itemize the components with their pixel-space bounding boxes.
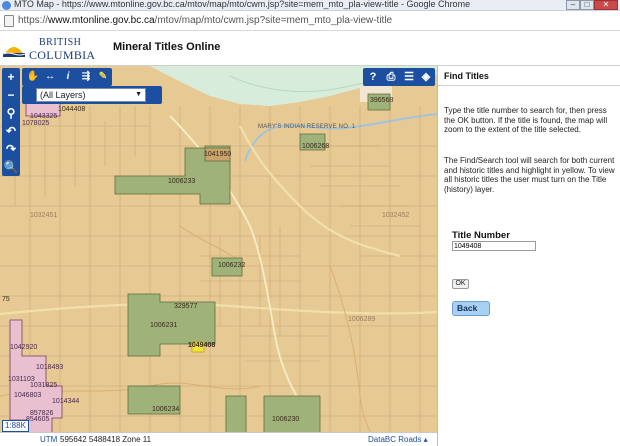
zoom-in-button[interactable]: + bbox=[2, 68, 20, 86]
map-label: 329577 bbox=[174, 303, 198, 310]
bc-sun-icon bbox=[3, 47, 25, 57]
window-titlebar: MTO Map - https://www.mtonline.gov.bc.ca… bbox=[0, 0, 620, 11]
map-label: 75 bbox=[2, 296, 10, 303]
highlighted-title-label: 1049408 bbox=[188, 342, 216, 349]
map-label: 1032451 bbox=[30, 212, 58, 219]
panel-title: Find Titles bbox=[444, 71, 489, 81]
page-icon bbox=[4, 15, 14, 27]
coordinate-readout: 595642 5488418 Zone 11 bbox=[60, 435, 152, 444]
measure-icon[interactable]: ↔ bbox=[41, 68, 59, 86]
app-title: Mineral Titles Online bbox=[113, 41, 221, 53]
map-canvas[interactable] bbox=[0, 66, 437, 446]
map-label: 1014344 bbox=[52, 398, 80, 405]
url-path: /mtov/map/mto/cwm.jsp?site=mem_mto_pla-v… bbox=[154, 15, 393, 26]
pan-hand-icon[interactable]: ✋ bbox=[24, 68, 42, 86]
print-icon[interactable]: ⎙ bbox=[382, 68, 400, 86]
chrome-icon bbox=[2, 1, 11, 10]
panel-header: Find Titles bbox=[438, 66, 620, 86]
address-bar[interactable]: https://www.mtonline.gov.bc.ca/mtov/map/… bbox=[0, 11, 620, 31]
redo-icon[interactable]: ↷ bbox=[2, 140, 20, 158]
map-status-bar: UTM 595642 5488418 Zone 11 DataBC Roads … bbox=[0, 432, 437, 446]
draw-icon[interactable]: ✎ bbox=[94, 68, 112, 86]
window-title: MTO Map - https://www.mtonline.gov.bc.ca… bbox=[14, 0, 471, 9]
chevron-down-icon: ▼ bbox=[135, 91, 142, 98]
map-label: 1044408 bbox=[58, 106, 86, 113]
legend-icon[interactable]: ☰ bbox=[400, 68, 418, 86]
close-window-button[interactable]: ✕ bbox=[594, 0, 618, 10]
layer-select-value: (All Layers) bbox=[40, 90, 86, 100]
map-label: 1031825 bbox=[30, 382, 58, 389]
identify-icon[interactable]: i bbox=[59, 68, 77, 86]
bc-logo[interactable]: BRITISH COLUMBIA bbox=[3, 35, 103, 63]
url-text[interactable]: https://www.mtonline.gov.bc.ca/mtov/map/… bbox=[18, 15, 392, 26]
map-label: 1006268 bbox=[302, 143, 330, 150]
minimize-button[interactable]: – bbox=[566, 0, 580, 10]
search-icon[interactable]: 🔍 bbox=[2, 158, 20, 176]
map-label: 1006232 bbox=[218, 262, 246, 269]
app-header: BRITISH COLUMBIA Mineral Titles Online bbox=[0, 31, 620, 66]
logo-line2: COLUMBIA bbox=[29, 48, 96, 62]
instructions-text: Type the title number to search for, the… bbox=[444, 106, 608, 134]
map-label: 1043325 bbox=[30, 113, 58, 120]
map-label: 1006289 bbox=[348, 316, 376, 323]
map-toolbar-top: ✋ ↔ i ⇶ ✎ bbox=[22, 68, 112, 86]
layers-icon[interactable]: ◈ bbox=[417, 68, 435, 86]
map-label: 1018493 bbox=[36, 364, 64, 371]
utm-label: UTM bbox=[40, 435, 58, 444]
map-label: 1032452 bbox=[382, 212, 410, 219]
back-button[interactable]: Back bbox=[452, 301, 490, 316]
map-label: 1041950 bbox=[204, 151, 232, 158]
map-toolbar-right: ? ⎙ ☰ ◈ bbox=[363, 68, 435, 86]
reserve-label: MARY'S INDIAN RESERVE NO. 1 bbox=[258, 124, 356, 130]
map-label: 1042920 bbox=[10, 344, 38, 351]
map-label: 854605 bbox=[26, 416, 50, 423]
zoom-out-button[interactable]: − bbox=[2, 86, 20, 104]
maximize-button[interactable]: □ bbox=[580, 0, 594, 10]
title-number-input[interactable] bbox=[452, 241, 536, 251]
map-label: 1006230 bbox=[272, 416, 300, 423]
logo-line1: BRITISH bbox=[39, 37, 82, 48]
search-info-text: The Find/Search tool will search for bot… bbox=[444, 156, 615, 194]
undo-icon[interactable]: ↶ bbox=[2, 122, 20, 140]
map-label: 1006233 bbox=[168, 178, 196, 185]
help-icon[interactable]: ? bbox=[364, 68, 382, 86]
scale-indicator: 1:88K bbox=[2, 420, 29, 432]
find-titles-panel: Find Titles Type the title number to sea… bbox=[437, 66, 620, 446]
layer-select[interactable]: (All Layers) ▼ bbox=[36, 88, 146, 102]
ok-button[interactable]: OK bbox=[452, 279, 469, 289]
map-label: 1006234 bbox=[152, 406, 180, 413]
map-view[interactable]: 1044408 1043325 1078025 1041950 1006268 … bbox=[0, 66, 437, 446]
map-tools-vertical: + − ⚲ ↶ ↷ 🔍 bbox=[2, 68, 20, 176]
layers-tool-icon[interactable]: ⇶ bbox=[77, 68, 95, 86]
map-label: 396568 bbox=[370, 97, 394, 104]
url-host: www.mtonline.gov.bc.ca bbox=[48, 15, 155, 26]
url-scheme: https:// bbox=[18, 15, 49, 26]
map-label: 1046803 bbox=[14, 392, 42, 399]
select-tool-icon[interactable]: ⚲ bbox=[2, 104, 20, 122]
map-label: 1078025 bbox=[22, 120, 50, 127]
basemap-selector[interactable]: DataBC Roads ▴ bbox=[368, 434, 428, 446]
map-label: 1006231 bbox=[150, 322, 178, 329]
title-number-label: Title Number bbox=[452, 230, 510, 241]
